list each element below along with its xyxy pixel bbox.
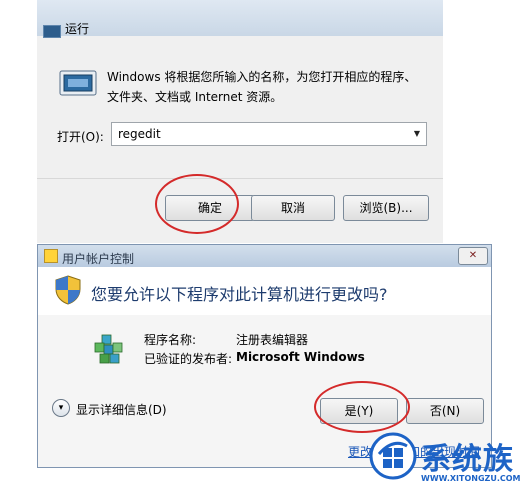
run-title: 运行 [65,22,90,36]
run-separator [37,178,443,179]
uac-banner: 您要允许以下程序对此计算机进行更改吗? [38,267,491,315]
watermark: 系统族 WWW.XITONGZU.COM [369,432,522,488]
uac-question: 您要允许以下程序对此计算机进行更改吗? [91,285,388,304]
close-button[interactable]: ✕ [458,247,488,265]
run-title-bar[interactable]: 运行 [37,0,443,38]
annotation-circle-yes [314,381,410,433]
program-name-label: 程序名称: [144,333,197,347]
show-details-link[interactable]: 显示详细信息(D) [76,401,167,418]
run-dialog: 运行 Windows 将根据您所输入的名称，为您打开相应的程序、文件夹、文档或 … [37,0,443,243]
browse-button[interactable]: 浏览(B)... [343,195,429,221]
publisher-value: Microsoft Windows [236,350,365,364]
watermark-url: WWW.XITONGZU.COM [421,474,521,483]
watermark-brand: 系统族 [421,442,514,477]
uac-window-icon [44,249,58,263]
open-label: 打开(O): [57,130,104,144]
publisher-label: 已验证的发布者: [144,352,233,366]
no-button[interactable]: 否(N) [406,398,484,424]
cancel-button[interactable]: 取消 [251,195,335,221]
open-input-value[interactable]: regedit [118,127,161,141]
dropdown-arrow-icon[interactable]: ▼ [414,129,420,138]
uac-shield-icon [55,275,81,305]
registry-editor-icon [94,334,123,364]
run-window-icon [43,25,61,38]
uac-title: 用户帐户控制 [62,252,135,266]
watermark-logo-icon [369,432,417,480]
uac-title-bar[interactable]: 用户帐户控制 ✕ [38,245,491,267]
open-combobox[interactable]: regedit ▼ [111,122,427,146]
run-program-icon [59,70,97,96]
program-name-value: 注册表编辑器 [236,333,309,347]
chevron-down-icon[interactable]: ▾ [52,399,70,417]
run-description: Windows 将根据您所输入的名称，为您打开相应的程序、文件夹、文档或 Int… [107,70,417,104]
annotation-circle-ok [155,174,239,234]
